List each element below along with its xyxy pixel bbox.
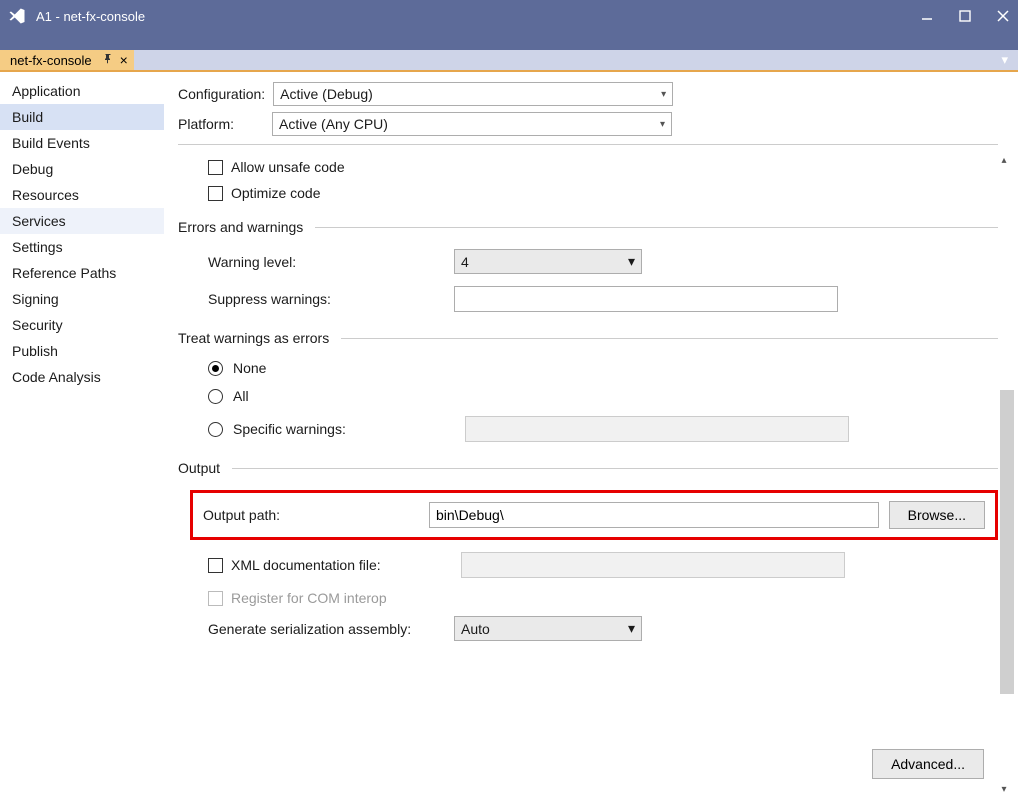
sidebar-item-build[interactable]: Build: [0, 104, 164, 130]
treat-all-radio[interactable]: [208, 389, 223, 404]
chevron-down-icon: ▾: [628, 253, 635, 270]
maximize-button[interactable]: [958, 9, 972, 23]
gen-serial-value: Auto: [461, 621, 490, 637]
errors-section-header: Errors and warnings: [178, 219, 303, 235]
sidebar-item-resources[interactable]: Resources: [0, 182, 164, 208]
sidebar-item-signing[interactable]: Signing: [0, 286, 164, 312]
sidebar-item-code-analysis[interactable]: Code Analysis: [0, 364, 164, 390]
sidebar-item-security[interactable]: Security: [0, 312, 164, 338]
treat-none-label: None: [233, 360, 266, 376]
sidebar-item-settings[interactable]: Settings: [0, 234, 164, 260]
output-path-input[interactable]: [429, 502, 879, 528]
window-title: A1 - net-fx-console: [36, 9, 145, 24]
treat-specific-label: Specific warnings:: [233, 421, 455, 437]
xml-doc-checkbox[interactable]: [208, 558, 223, 573]
com-interop-checkbox: [208, 591, 223, 606]
xml-doc-label: XML documentation file:: [231, 557, 461, 573]
platform-label: Platform:: [178, 116, 234, 132]
sidebar: Application Build Build Events Debug Res…: [0, 72, 164, 803]
com-interop-label: Register for COM interop: [231, 590, 387, 606]
output-path-label: Output path:: [203, 507, 429, 523]
tab-label: net-fx-console: [10, 53, 92, 68]
chevron-down-icon: ▾: [628, 620, 635, 637]
tab-overflow-dropdown[interactable]: ▾: [991, 50, 1018, 70]
treat-specific-input: [465, 416, 849, 442]
tab-strip: net-fx-console × ▾: [0, 50, 1018, 72]
optimize-code-checkbox[interactable]: [208, 186, 223, 201]
suppress-warnings-input[interactable]: [454, 286, 838, 312]
sidebar-item-build-events[interactable]: Build Events: [0, 130, 164, 156]
configuration-select[interactable]: Active (Debug) ▾: [273, 82, 673, 106]
divider: [341, 338, 998, 339]
chevron-down-icon: ▾: [660, 119, 665, 130]
warning-level-label: Warning level:: [208, 254, 454, 270]
close-tab-icon[interactable]: ×: [120, 53, 128, 67]
treat-specific-radio[interactable]: [208, 422, 223, 437]
scrollbar-thumb[interactable]: [1000, 390, 1014, 694]
suppress-warnings-label: Suppress warnings:: [208, 291, 454, 307]
vs-logo-icon: [8, 6, 28, 26]
sidebar-item-reference-paths[interactable]: Reference Paths: [0, 260, 164, 286]
xml-doc-input: [461, 552, 845, 578]
optimize-code-label: Optimize code: [231, 185, 320, 201]
platform-select[interactable]: Active (Any CPU) ▾: [272, 112, 672, 136]
configuration-label: Configuration:: [178, 86, 265, 102]
gen-serial-select[interactable]: Auto ▾: [454, 616, 642, 641]
output-section-header: Output: [178, 460, 220, 476]
titlebar: A1 - net-fx-console: [0, 0, 1018, 32]
chevron-down-icon: ▾: [661, 89, 666, 100]
warning-level-value: 4: [461, 254, 469, 270]
treat-warnings-section-header: Treat warnings as errors: [178, 330, 329, 346]
close-button[interactable]: [996, 9, 1010, 23]
advanced-button[interactable]: Advanced...: [872, 749, 984, 779]
divider: [232, 468, 998, 469]
treat-none-radio[interactable]: [208, 361, 223, 376]
output-path-highlight: Output path: Browse...: [190, 490, 998, 540]
allow-unsafe-checkbox[interactable]: [208, 160, 223, 175]
browse-button[interactable]: Browse...: [889, 501, 985, 529]
gen-serial-label: Generate serialization assembly:: [208, 621, 454, 637]
divider: [315, 227, 998, 228]
sidebar-item-publish[interactable]: Publish: [0, 338, 164, 364]
scroll-up-icon[interactable]: ▴: [996, 152, 1012, 168]
sidebar-item-application[interactable]: Application: [0, 78, 164, 104]
warning-level-select[interactable]: 4 ▾: [454, 249, 642, 274]
scroll-down-icon[interactable]: ▾: [996, 781, 1012, 797]
sidebar-item-debug[interactable]: Debug: [0, 156, 164, 182]
allow-unsafe-label: Allow unsafe code: [231, 159, 345, 175]
tab-net-fx-console[interactable]: net-fx-console ×: [0, 50, 134, 70]
configuration-value: Active (Debug): [280, 86, 373, 102]
pin-icon[interactable]: [102, 53, 114, 68]
platform-value: Active (Any CPU): [279, 116, 388, 132]
treat-all-label: All: [233, 388, 249, 404]
minimize-button[interactable]: [920, 9, 934, 23]
sidebar-item-services[interactable]: Services: [0, 208, 164, 234]
content-panel: Configuration: Active (Debug) ▾ Platform…: [164, 72, 1018, 803]
command-bar: [0, 32, 1018, 50]
